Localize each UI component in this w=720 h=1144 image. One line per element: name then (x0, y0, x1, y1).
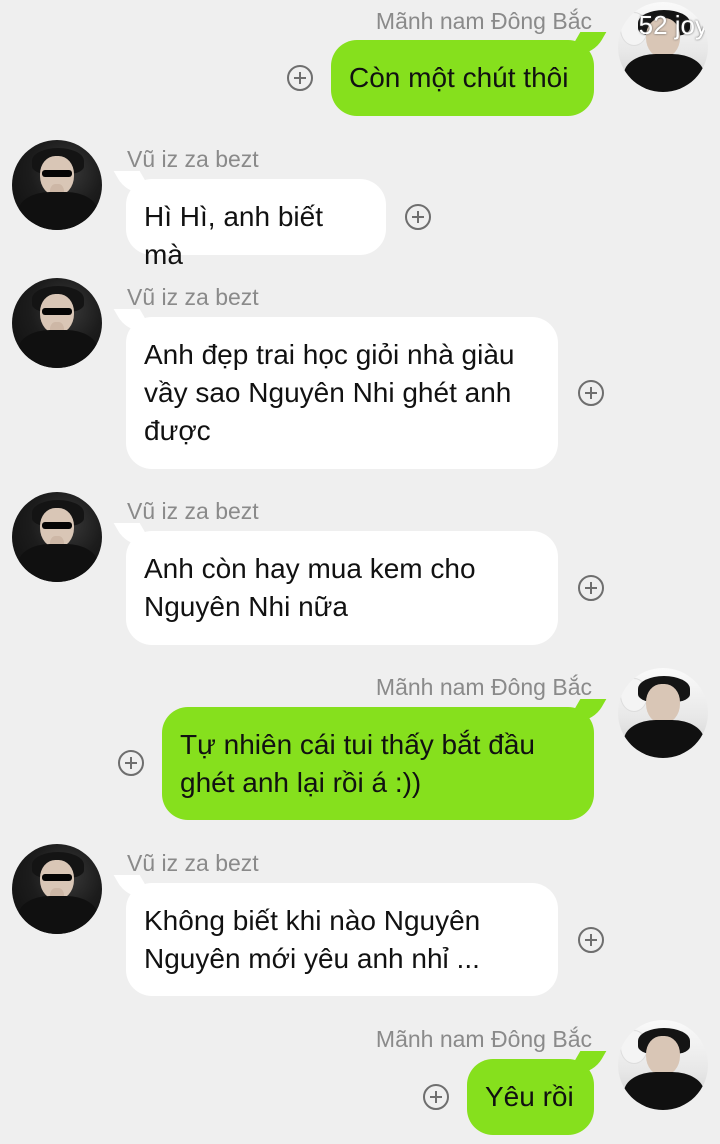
message-text: Tự nhiên cái tui thấy bắt đầu ghét anh l… (180, 729, 535, 798)
add-reaction-icon[interactable] (423, 1084, 449, 1110)
avatar-body (18, 330, 98, 368)
message-bubble-incoming[interactable]: Hì Hì, anh biết mà (126, 179, 386, 270)
sender-avatar[interactable] (618, 1020, 708, 1110)
chat-thread: 52 joy Mãnh nam Đông Bắc Còn một chút th… (0, 0, 720, 1144)
message-bubble-outgoing[interactable]: Yêu rồi (467, 1059, 594, 1135)
message-text: Anh còn hay mua kem cho Nguyên Nhi nữa (144, 553, 476, 622)
sender-name: Mãnh nam Đông Bắc (375, 8, 592, 34)
avatar-glasses (42, 308, 72, 315)
message-text: Anh đẹp trai học giỏi nhà giàu vầy sao N… (144, 339, 515, 446)
sender-avatar[interactable] (618, 668, 708, 758)
avatar-body (18, 544, 98, 582)
sender-avatar[interactable] (12, 140, 102, 230)
add-reaction-icon[interactable] (578, 380, 604, 406)
add-reaction-icon[interactable] (578, 927, 604, 953)
avatar-glasses (42, 874, 72, 881)
message-bubble-incoming[interactable]: Anh đẹp trai học giỏi nhà giàu vầy sao N… (126, 317, 558, 469)
avatar-body (624, 54, 704, 92)
add-reaction-icon[interactable] (578, 575, 604, 601)
avatar-body (624, 720, 704, 758)
message-bubble-outgoing[interactable]: Còn một chút thôi (331, 40, 594, 116)
sender-name: Vũ iz za bezt (127, 498, 259, 524)
message-bubble-incoming[interactable]: Anh còn hay mua kem cho Nguyên Nhi nữa (126, 531, 558, 645)
message-bubble-incoming[interactable]: Không biết khi nào Nguyên Nguyên mới yêu… (126, 883, 558, 996)
avatar-glasses (42, 522, 72, 529)
avatar-face (646, 1036, 680, 1076)
add-reaction-icon[interactable] (118, 750, 144, 776)
sender-avatar[interactable]: 52 joy (618, 2, 708, 92)
message-text: Còn một chút thôi (349, 62, 569, 93)
sender-name: Vũ iz za bezt (127, 146, 259, 172)
add-reaction-icon[interactable] (405, 204, 431, 230)
message-text: Hì Hì, anh biết mà (144, 201, 323, 270)
avatar-overlay-text: 52 joy (638, 10, 708, 40)
avatar-body (624, 1072, 704, 1110)
message-text: Yêu rồi (485, 1081, 574, 1112)
avatar-body (18, 192, 98, 230)
avatar-face (646, 684, 680, 724)
sender-name: Mãnh nam Đông Bắc (375, 1026, 592, 1052)
sender-name: Mãnh nam Đông Bắc (375, 674, 592, 700)
add-reaction-icon[interactable] (287, 65, 313, 91)
sender-avatar[interactable] (12, 278, 102, 368)
message-text: Không biết khi nào Nguyên Nguyên mới yêu… (144, 905, 481, 974)
message-bubble-outgoing[interactable]: Tự nhiên cái tui thấy bắt đầu ghét anh l… (162, 707, 594, 820)
sender-name: Vũ iz za bezt (127, 850, 259, 876)
sender-avatar[interactable] (12, 844, 102, 934)
sender-avatar[interactable] (12, 492, 102, 582)
avatar-glasses (42, 170, 72, 177)
avatar-body (18, 896, 98, 934)
sender-name: Vũ iz za bezt (127, 284, 259, 310)
